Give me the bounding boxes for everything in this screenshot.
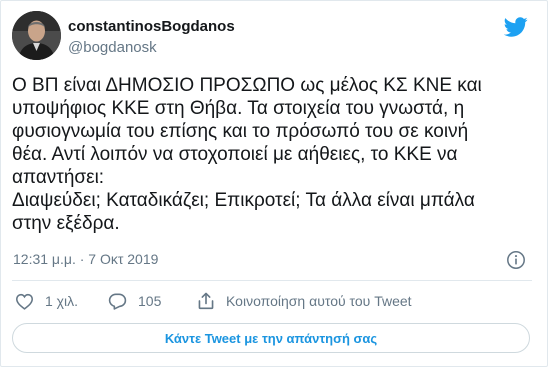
twitter-bird-icon[interactable] xyxy=(504,15,528,39)
like-button[interactable]: 1 χιλ. xyxy=(15,291,78,311)
info-icon[interactable] xyxy=(506,250,526,270)
heart-icon xyxy=(15,293,34,310)
tweet-text-line: Διαψεύδει; Καταδικάζει; Επικροτεί; Τα άλ… xyxy=(12,190,475,211)
author-display-name[interactable]: constantinosBogdanos xyxy=(68,18,235,35)
tweet-text-line: στην εξέδρα. xyxy=(12,213,120,234)
avatar[interactable] xyxy=(12,11,61,60)
tweet-text-line: θέα. Αντί λοιπόν να στοχοποιεί με αήθειε… xyxy=(12,144,458,165)
reply-button[interactable]: 105 xyxy=(108,291,161,311)
share-icon xyxy=(198,292,214,310)
tweet-text: Ο ΒΠ είναι ΔΗΜΟΣΙΟ ΠΡΟΣΩΠΟ ως μέλος ΚΣ Κ… xyxy=(12,74,532,235)
share-label: Κοινοποίηση αυτού του Tweet xyxy=(226,293,412,309)
divider xyxy=(12,280,532,281)
tweet-text-line: υποψήφιος ΚΚΕ στη Θήβα. Τα στοιχεία του … xyxy=(12,98,465,119)
avatar-photo xyxy=(12,11,61,60)
like-count: 1 χιλ. xyxy=(45,293,79,309)
tweet-reply-button[interactable]: Κάντε Tweet με την απάντησή σας xyxy=(12,323,530,353)
tweet-card: constantinosBogdanos @bogdanosk Ο ΒΠ είν… xyxy=(0,0,548,367)
tweet-timestamp[interactable]: 12:31 μ.μ. · 7 Οκτ 2019 xyxy=(13,251,158,267)
tweet-text-line: φυσιογνωμία του επίσης και το πρόσωπό το… xyxy=(12,121,469,142)
tweet-text-line: απαντήσει: xyxy=(12,167,105,188)
share-button[interactable]: Κοινοποίηση αυτού του Tweet xyxy=(197,291,412,311)
tweet-text-line: Ο ΒΠ είναι ΔΗΜΟΣΙΟ ΠΡΟΣΩΠΟ ως μέλος ΚΣ Κ… xyxy=(12,75,482,96)
reply-count: 105 xyxy=(138,293,162,309)
reply-bubble-icon xyxy=(108,293,127,310)
author-handle[interactable]: @bogdanosk xyxy=(68,39,157,56)
